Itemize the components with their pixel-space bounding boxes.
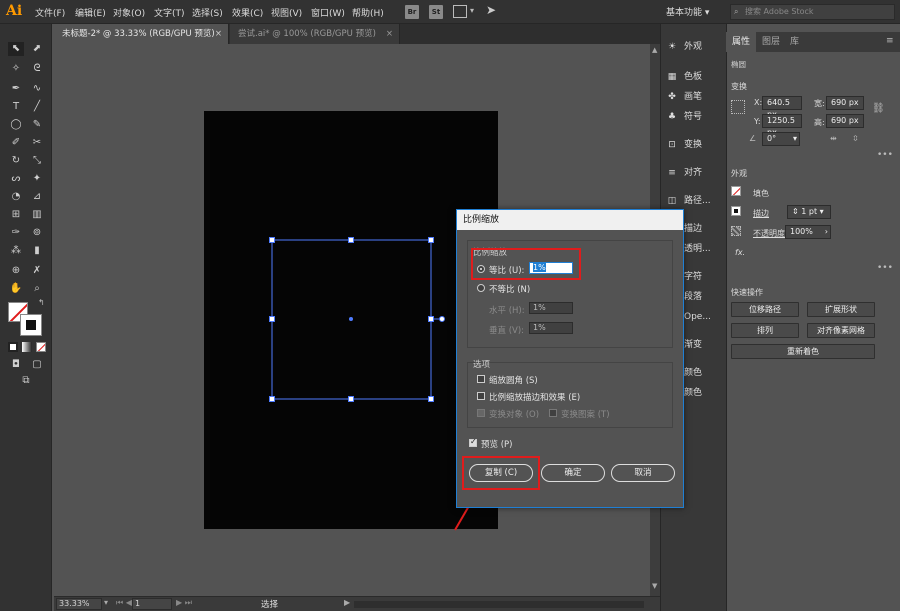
dock-brushes[interactable]: ✤ 画笔 [665, 86, 725, 108]
status-menu-icon[interactable]: ▶ [344, 598, 350, 607]
transform-icon: ⊡ [668, 140, 676, 150]
transform-title: 变换 [731, 82, 747, 91]
height-field[interactable]: 690 px [826, 114, 864, 128]
scale-corners-checkbox[interactable] [477, 375, 485, 383]
preview-label: 预览 (P) [481, 440, 513, 450]
chevron-down-icon: ▾ [792, 134, 797, 143]
dock-align[interactable]: ≡ 对齐 [665, 162, 725, 184]
symbols-icon: ♣ [667, 112, 677, 122]
x-field[interactable]: 640.5 px [762, 96, 802, 119]
recolor-button[interactable]: 重新着色 [731, 344, 875, 359]
transform-objects-label: 变换对象 (O) [489, 410, 540, 420]
dock-symbols[interactable]: ♣ 符号 [665, 106, 725, 128]
reference-point-icon[interactable] [731, 100, 745, 114]
resize-handle [348, 237, 354, 243]
opacity-icon [731, 226, 741, 236]
angle-field[interactable]: 0° ▾ [762, 132, 800, 146]
scroll-up-icon[interactable]: ▲ [652, 46, 657, 54]
resize-handle [269, 316, 275, 322]
dock-transform[interactable]: ⊡ 变换 [665, 134, 725, 156]
opacity-label[interactable]: 不透明度 [753, 228, 785, 239]
resize-handle [269, 237, 275, 243]
scale-dialog: 比例缩放 比例缩放 等比 (U): 1% 不等比 (N) 水平 (H): 1% … [456, 209, 684, 508]
tab-libraries[interactable]: 库 [784, 32, 805, 52]
fill-none-icon[interactable] [731, 186, 741, 196]
angle-icon: ∠ [749, 134, 757, 143]
quick-actions-title: 快速操作 [731, 288, 763, 297]
rotate-widget [439, 316, 445, 322]
ok-button[interactable]: 确定 [541, 464, 605, 482]
stroke-color-icon[interactable] [731, 206, 741, 216]
tab-properties[interactable]: 属性 [726, 32, 757, 52]
fill-label: 填色 [753, 189, 769, 198]
copy-button[interactable]: 复制 (C) [469, 464, 533, 482]
vertical-field[interactable]: 1% [529, 322, 573, 334]
uniform-label: 等比 (U): [489, 266, 525, 276]
next-artboard-icon[interactable]: ▶ ⏭ [176, 598, 192, 608]
brushes-icon: ✤ [668, 92, 676, 102]
status-bar: 33.33% ▾ ⏮ ◀ 1 ▶ ⏭ 选择 ▶ [54, 596, 660, 611]
uniform-radio[interactable] [477, 265, 485, 273]
options-section-title: 选项 [473, 360, 491, 370]
width-field[interactable]: 690 px [826, 96, 864, 110]
y-field[interactable]: 1250.5 px [762, 114, 802, 137]
horizontal-field[interactable]: 1% [529, 302, 573, 314]
y-label: Y: [754, 117, 761, 126]
first-artboard-icon[interactable]: ⏮ ◀ [116, 598, 132, 608]
scroll-down-icon[interactable]: ▼ [652, 582, 657, 590]
offset-path-button[interactable]: 位移路径 [731, 302, 799, 317]
height-label: 高: [814, 118, 825, 127]
scale-strokes-checkbox[interactable] [477, 392, 485, 400]
align-pixel-grid-button[interactable]: 对齐像素网格 [807, 323, 875, 338]
status-mode: 选择 [261, 600, 279, 610]
vertical-label: 垂直 (V): [489, 326, 525, 336]
uniform-field[interactable]: 1% [529, 262, 573, 274]
cancel-button[interactable]: 取消 [611, 464, 675, 482]
width-label: 宽: [814, 99, 825, 108]
center-point [349, 317, 353, 321]
tab-layers[interactable]: 图层 [756, 32, 786, 52]
stroke-label[interactable]: 描边 [753, 208, 769, 219]
expand-shape-button[interactable]: 扩展形状 [807, 302, 875, 317]
dock-swatches[interactable]: ▦ 色板 [665, 66, 725, 88]
resize-handle [428, 237, 434, 243]
more-options-icon[interactable]: ••• [877, 150, 893, 160]
object-type: 椭圆 [731, 60, 746, 69]
transform-objects-checkbox [477, 409, 485, 417]
dialog-title: 比例缩放 [457, 210, 683, 230]
arrange-button[interactable]: 排列 [731, 323, 799, 338]
flip-horizontal-icon[interactable]: ⇹ [830, 134, 837, 143]
stroke-weight-field[interactable]: ⇕ 1 pt ▾ [787, 205, 831, 219]
scale-corners-label: 缩放圆角 (S) [489, 376, 538, 386]
appearance-title: 外观 [731, 169, 747, 178]
preview-checkbox[interactable]: ✓ [469, 437, 477, 447]
horizontal-scrollbar[interactable] [354, 601, 644, 608]
panel-tabs: 属性 图层 库 ≡ [726, 32, 900, 52]
link-proportions-icon[interactable]: ⛓ [872, 103, 885, 114]
horizontal-label: 水平 (H): [489, 306, 525, 316]
transform-patterns-checkbox [549, 409, 557, 417]
resize-handle [269, 396, 275, 402]
zoom-field[interactable]: 33.33% [56, 598, 102, 610]
dock-appearance[interactable]: ☀ 外观 [665, 36, 725, 58]
resize-handle [348, 396, 354, 402]
resize-handle [428, 316, 434, 322]
panel-menu-icon[interactable]: ≡ [886, 36, 894, 46]
nonuniform-radio[interactable] [477, 284, 485, 292]
nonuniform-label: 不等比 (N) [489, 285, 531, 295]
resize-handle [428, 396, 434, 402]
scale-strokes-label: 比例缩放描边和效果 (E) [489, 393, 581, 403]
artboard-field[interactable]: 1 [132, 598, 172, 610]
fx-icon[interactable]: fx. [735, 248, 745, 257]
opacity-field[interactable]: 100% › [785, 225, 831, 239]
align-icon: ≡ [668, 168, 676, 178]
x-label: X: [754, 98, 763, 107]
swatches-icon: ▦ [667, 72, 677, 82]
appearance-icon: ☀ [667, 42, 677, 52]
more-options-icon[interactable]: ••• [877, 263, 893, 273]
zoom-dropdown-icon[interactable]: ▾ [104, 598, 108, 607]
transform-patterns-label: 变换图案 (T) [561, 410, 610, 420]
flip-vertical-icon[interactable]: ⇳ [852, 134, 859, 143]
